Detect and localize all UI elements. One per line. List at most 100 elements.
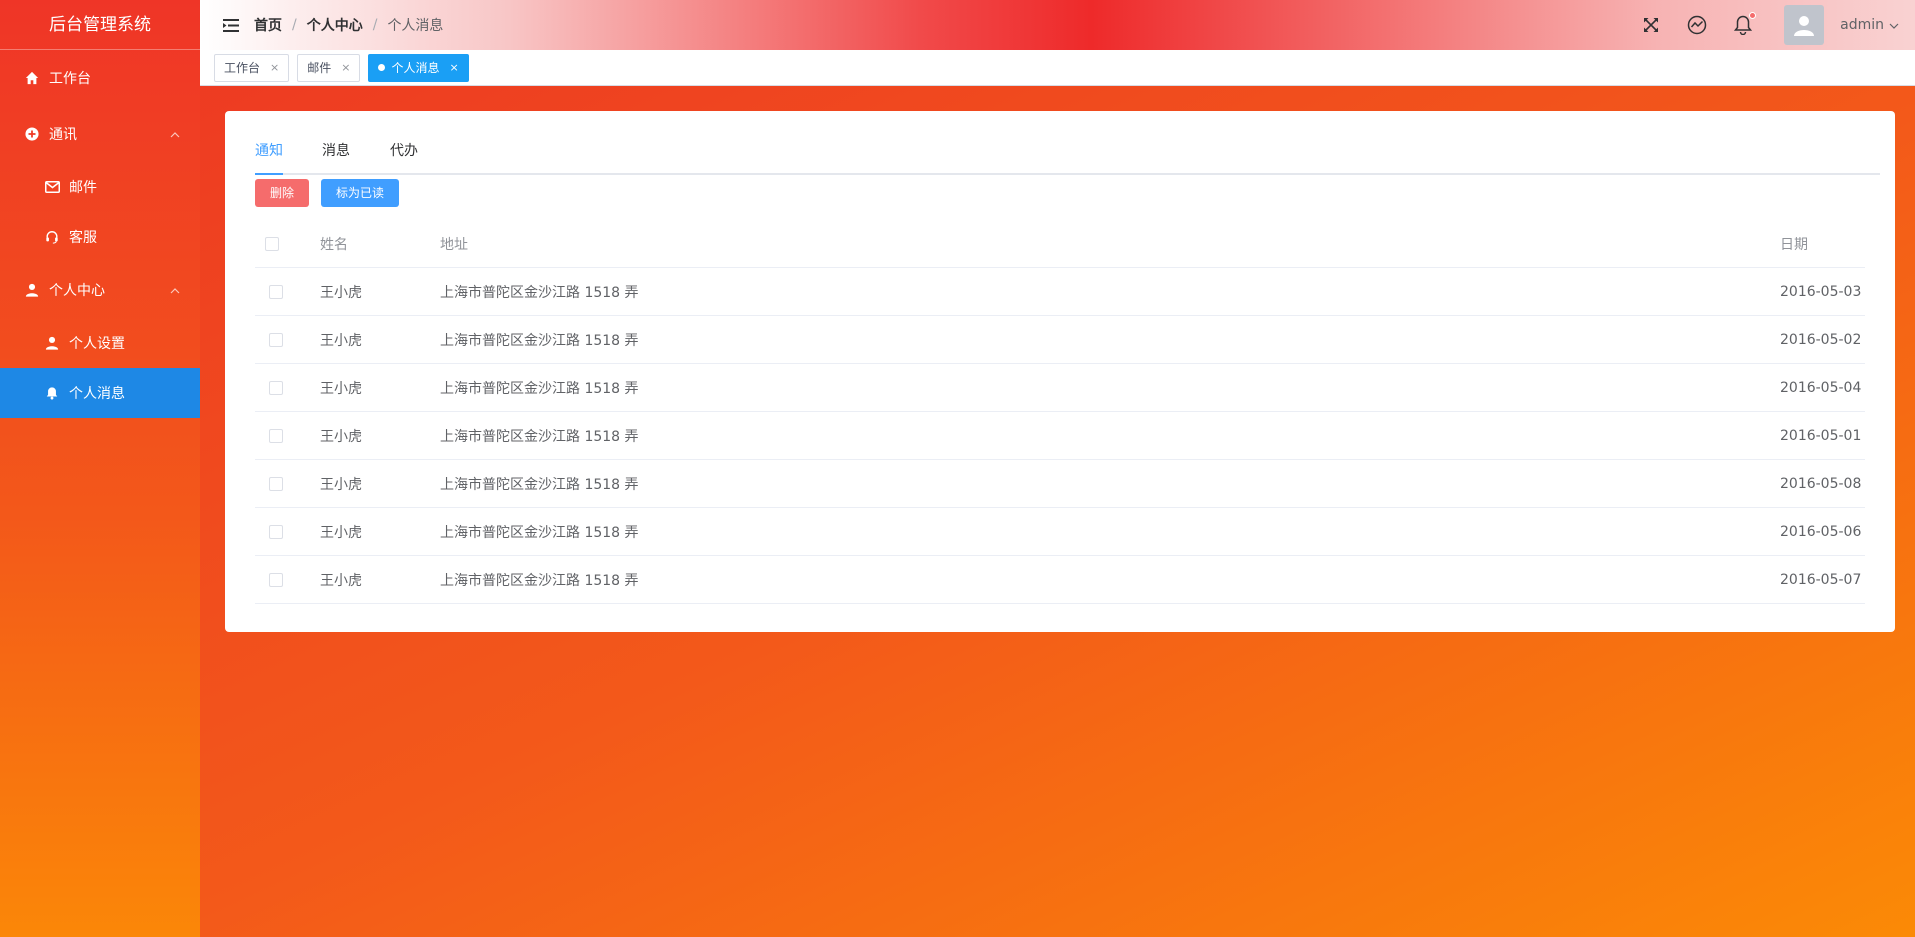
breadcrumb-current: 个人消息 [387, 18, 444, 34]
row-checkbox[interactable] [269, 428, 283, 443]
top-header: 首页 / 个人中心 / 个人消息 admin [200, 0, 1915, 50]
mark-read-button[interactable]: 标为已读 [321, 179, 400, 207]
table-row[interactable]: 王小虎 上海市普陀区金沙江路 1518 弄 2016-05-01 [255, 412, 1865, 460]
table-row[interactable]: 王小虎 上海市普陀区金沙江路 1518 弄 2016-05-02 [255, 316, 1865, 364]
row-checkbox[interactable] [269, 572, 283, 587]
sidebar: 后台管理系统 工作台 通讯 邮件 客服 个人中心 个人设置 个人消息 [0, 0, 200, 937]
username: admin [1840, 17, 1884, 33]
bell-icon [44, 385, 60, 401]
sidebar-item-label: 工作台 [49, 71, 91, 87]
notification-badge [1749, 12, 1757, 19]
user-dropdown[interactable]: admin [1840, 17, 1899, 33]
sidebar-item-label: 个人设置 [69, 336, 125, 352]
table-row[interactable]: 王小虎 上海市普陀区金沙江路 1518 弄 2016-05-06 [255, 508, 1865, 556]
close-icon[interactable]: × [449, 55, 458, 81]
notification-bell-icon[interactable] [1732, 12, 1757, 36]
tab-todo[interactable]: 代办 [390, 127, 418, 175]
delete-button[interactable]: 删除 [255, 179, 310, 207]
sidebar-item-service[interactable]: 客服 [0, 212, 200, 262]
cell-address: 上海市普陀区金沙江路 1518 弄 [440, 380, 639, 397]
cell-date: 2016-05-06 [1780, 523, 1862, 540]
tag-label: 邮件 [307, 60, 332, 75]
chevron-up-icon [170, 282, 180, 298]
headset-icon [44, 229, 60, 245]
active-dot-icon [378, 64, 386, 71]
cell-date: 2016-05-08 [1780, 475, 1862, 492]
breadcrumb-personal-center[interactable]: 个人中心 [307, 15, 363, 35]
table-header-row: 姓名 地址 日期 [255, 221, 1865, 268]
select-all-checkbox[interactable] [265, 237, 279, 251]
sidebar-item-personal-messages[interactable]: 个人消息 [0, 368, 200, 418]
column-header-address: 地址 [440, 237, 468, 253]
tag-label: 个人消息 [391, 60, 440, 75]
fullscreen-icon[interactable] [1640, 14, 1662, 36]
sidebar-item-label: 客服 [69, 230, 97, 246]
row-checkbox[interactable] [269, 332, 283, 347]
sidebar-item-label: 个人消息 [69, 386, 125, 402]
sidebar-item-personal-center[interactable]: 个人中心 [0, 262, 200, 318]
cell-name: 王小虎 [320, 476, 362, 493]
sidebar-item-label: 通讯 [49, 127, 77, 143]
cell-name: 王小虎 [320, 572, 362, 589]
tag-workbench[interactable]: 工作台 × [214, 53, 290, 82]
breadcrumb-home[interactable]: 首页 [254, 15, 282, 35]
user-icon [44, 335, 60, 351]
breadcrumb-separator: / [292, 17, 297, 33]
tab-message[interactable]: 消息 [322, 127, 350, 175]
chart-icon[interactable] [1686, 14, 1708, 36]
sidebar-item-workbench[interactable]: 工作台 [0, 50, 200, 106]
sidebar-item-personal-settings[interactable]: 个人设置 [0, 318, 200, 368]
cell-name: 王小虎 [320, 284, 362, 301]
avatar[interactable] [1784, 5, 1825, 45]
chevron-down-icon [1889, 17, 1899, 33]
cell-address: 上海市普陀区金沙江路 1518 弄 [440, 428, 639, 445]
tag-mail[interactable]: 邮件 × [297, 53, 361, 82]
cell-name: 王小虎 [320, 332, 362, 349]
user-icon [24, 282, 40, 298]
sidebar-item-comm[interactable]: 通讯 [0, 106, 200, 162]
menu-fold-icon[interactable] [222, 17, 240, 33]
tag-personal-messages[interactable]: 个人消息 × [368, 53, 469, 82]
message-card: 通知 消息 代办 删除 标为已读 姓名 地址 日期 王小虎 上海市普陀区金沙江路… [225, 111, 1895, 632]
table-row[interactable]: 王小虎 上海市普陀区金沙江路 1518 弄 2016-05-03 [255, 268, 1865, 316]
row-checkbox[interactable] [269, 524, 283, 539]
sidebar-item-mail[interactable]: 邮件 [0, 162, 200, 212]
cell-date: 2016-05-02 [1780, 331, 1862, 348]
row-checkbox[interactable] [269, 380, 283, 395]
tags-view: 工作台 × 邮件 × 个人消息 × [200, 50, 1915, 86]
sidebar-item-label: 邮件 [69, 180, 97, 196]
tab-notice[interactable]: 通知 [255, 127, 283, 175]
plus-circle-icon [24, 126, 40, 142]
row-checkbox[interactable] [269, 284, 283, 299]
cell-address: 上海市普陀区金沙江路 1518 弄 [440, 284, 639, 301]
cell-address: 上海市普陀区金沙江路 1518 弄 [440, 524, 639, 541]
cell-date: 2016-05-03 [1780, 283, 1862, 300]
chevron-up-icon [170, 126, 180, 142]
table-row[interactable]: 王小虎 上海市普陀区金沙江路 1518 弄 2016-05-08 [255, 460, 1865, 508]
close-icon[interactable]: × [270, 55, 279, 81]
cell-name: 王小虎 [320, 380, 362, 397]
tab-active-bar [255, 173, 283, 175]
column-header-name: 姓名 [320, 237, 348, 253]
table-row[interactable]: 王小虎 上海市普陀区金沙江路 1518 弄 2016-05-07 [255, 556, 1865, 604]
cell-address: 上海市普陀区金沙江路 1518 弄 [440, 332, 639, 349]
column-header-date: 日期 [1780, 237, 1808, 253]
tag-label: 工作台 [224, 60, 261, 75]
mail-icon [44, 179, 60, 195]
cell-date: 2016-05-04 [1780, 379, 1862, 396]
cell-date: 2016-05-01 [1780, 427, 1862, 444]
breadcrumb-separator: / [372, 17, 378, 33]
cell-address: 上海市普陀区金沙江路 1518 弄 [440, 572, 639, 589]
cell-name: 王小虎 [320, 524, 362, 541]
cell-name: 王小虎 [320, 428, 362, 445]
app-title: 后台管理系统 [0, 0, 200, 50]
sidebar-item-label: 个人中心 [49, 283, 105, 299]
close-icon[interactable]: × [341, 55, 350, 81]
table-row[interactable]: 王小虎 上海市普陀区金沙江路 1518 弄 2016-05-04 [255, 364, 1865, 412]
message-tabs: 通知 消息 代办 [255, 127, 1880, 175]
cell-address: 上海市普陀区金沙江路 1518 弄 [440, 476, 639, 493]
message-table: 姓名 地址 日期 王小虎 上海市普陀区金沙江路 1518 弄 2016-05-0… [255, 221, 1865, 604]
row-checkbox[interactable] [269, 476, 283, 491]
home-icon [24, 70, 40, 86]
header-toolbar: admin [1616, 0, 1899, 50]
